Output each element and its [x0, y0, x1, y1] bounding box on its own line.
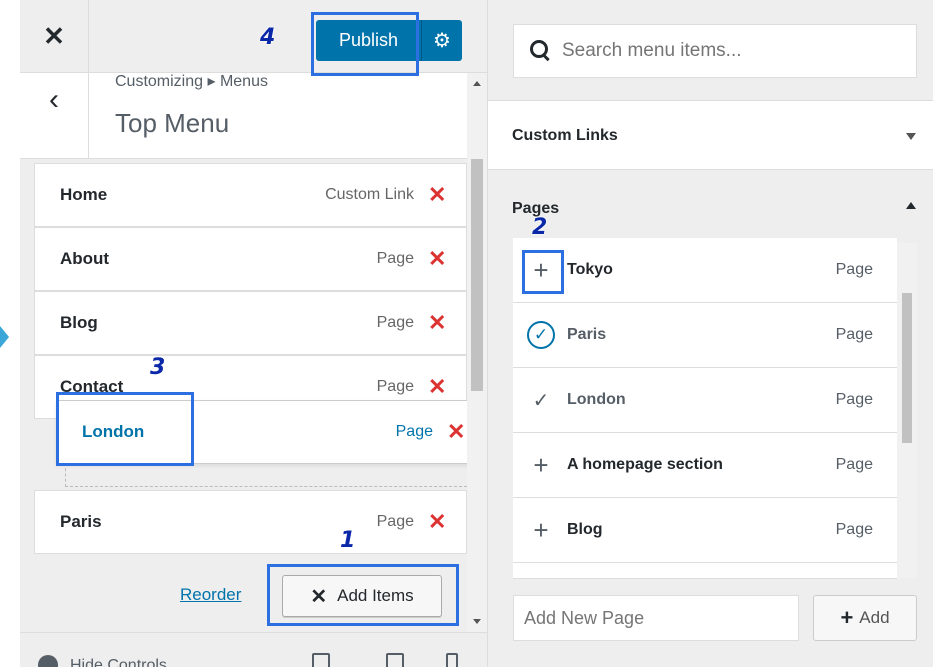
search-icon — [528, 38, 554, 64]
scroll-up-icon[interactable] — [473, 81, 481, 86]
available-item-blog[interactable]: + Blog Page — [513, 498, 897, 563]
mobile-preview-icon[interactable] — [446, 653, 458, 667]
close-icon: ✕ — [43, 21, 65, 51]
scroll-down-icon[interactable] — [473, 619, 481, 624]
step1-number: 1 — [340, 528, 356, 553]
desktop-preview-icon[interactable] — [312, 653, 330, 667]
remove-icon[interactable]: ✕ — [428, 246, 446, 272]
step4-number: 4 — [260, 25, 276, 50]
step3-highlight — [56, 392, 194, 466]
search-box[interactable] — [513, 24, 917, 78]
menu-item-title: Blog — [60, 313, 98, 332]
menu-item-blog[interactable]: Blog Page ✕ — [34, 291, 467, 355]
step3-number: 3 — [150, 355, 166, 380]
menu-item-type: Custom Link — [325, 186, 414, 203]
drop-placeholder — [65, 463, 487, 487]
available-item-type: Page — [835, 521, 873, 538]
sidebar-scrollbar[interactable] — [467, 73, 487, 632]
left-gutter — [0, 0, 20, 667]
custom-links-section[interactable]: Custom Links — [488, 100, 933, 170]
add-new-page-input[interactable] — [513, 595, 799, 641]
hide-controls-label[interactable]: Hide Controls — [70, 657, 167, 667]
back-button[interactable]: ‹ — [20, 73, 89, 159]
chevron-up-icon[interactable] — [906, 202, 916, 209]
available-menu-items-panel: Custom Links Pages + Tokyo Page ✓ Paris … — [487, 0, 933, 667]
menu-item-title: Home — [60, 185, 108, 204]
available-item-title: Paris — [567, 326, 607, 343]
menu-item-about[interactable]: About Page ✕ — [34, 227, 467, 291]
remove-icon[interactable]: ✕ — [428, 509, 446, 535]
page-title: Top Menu — [115, 108, 230, 138]
menu-item-type: Page — [376, 250, 414, 267]
step2-number: 2 — [532, 215, 548, 240]
menu-item-title: Paris — [60, 512, 102, 531]
search-input[interactable] — [562, 40, 892, 62]
step4-highlight — [311, 12, 419, 76]
settings-button[interactable]: ⚙ — [422, 20, 462, 61]
custom-links-label: Custom Links — [512, 127, 618, 144]
available-item-type: Page — [835, 326, 873, 343]
available-item-title: London — [567, 391, 626, 408]
step1-highlight — [267, 564, 459, 626]
available-item-paris[interactable]: ✓ Paris Page — [513, 303, 897, 368]
chevron-down-icon — [906, 133, 916, 140]
available-item-type: Page — [835, 261, 873, 278]
menu-item-home[interactable]: Home Custom Link ✕ — [34, 163, 467, 227]
add-label: Add — [859, 608, 890, 627]
plus-icon[interactable]: + — [523, 447, 559, 483]
plus-icon[interactable]: + — [523, 512, 559, 548]
available-item-homepage-section[interactable]: + A homepage section Page — [513, 433, 897, 498]
customizer-footer: Hide Controls — [20, 632, 487, 667]
available-item-title: A homepage section — [567, 456, 723, 473]
available-item-type: Page — [835, 391, 873, 408]
remove-icon[interactable]: ✕ — [428, 374, 446, 400]
available-item-london[interactable]: ✓ London Page — [513, 368, 897, 433]
gear-icon: ⚙ — [433, 30, 451, 52]
menu-item-type: Page — [376, 513, 414, 530]
menu-item-type: Page — [376, 314, 414, 331]
scrollbar-thumb[interactable] — [902, 293, 912, 443]
check-circle-icon: ✓ — [523, 317, 559, 353]
pages-scrollbar[interactable] — [897, 243, 917, 578]
tablet-preview-icon[interactable] — [386, 653, 404, 667]
reorder-link[interactable]: Reorder — [180, 585, 241, 605]
chevron-left-icon: ‹ — [49, 83, 59, 116]
step2-highlight — [522, 250, 564, 294]
plus-icon: + — [840, 605, 854, 630]
menu-item-paris[interactable]: Paris Page ✕ — [34, 490, 467, 554]
breadcrumb: Customizing ▸ Menus — [115, 73, 268, 90]
add-page-button[interactable]: + Add — [813, 595, 917, 641]
remove-icon[interactable]: ✕ — [447, 419, 465, 445]
available-item-title: Blog — [567, 521, 603, 538]
check-icon: ✓ — [532, 389, 550, 412]
available-item-type: Page — [835, 456, 873, 473]
remove-icon[interactable]: ✕ — [428, 182, 446, 208]
close-button[interactable]: ✕ — [20, 0, 89, 73]
menu-item-type: Page — [376, 378, 414, 395]
menu-item-type: Page — [395, 423, 433, 440]
hide-controls-icon[interactable] — [38, 655, 58, 667]
available-item-tokyo[interactable]: + Tokyo Page — [513, 238, 897, 303]
collapse-arrow-icon[interactable] — [0, 326, 9, 348]
available-item-partial — [513, 563, 897, 579]
scrollbar-thumb[interactable] — [471, 159, 483, 391]
available-item-title: Tokyo — [567, 261, 613, 278]
section-header: ‹ Customizing ▸ Menus Top Menu — [20, 73, 487, 159]
remove-icon[interactable]: ✕ — [428, 310, 446, 336]
menu-item-title: About — [60, 249, 110, 268]
